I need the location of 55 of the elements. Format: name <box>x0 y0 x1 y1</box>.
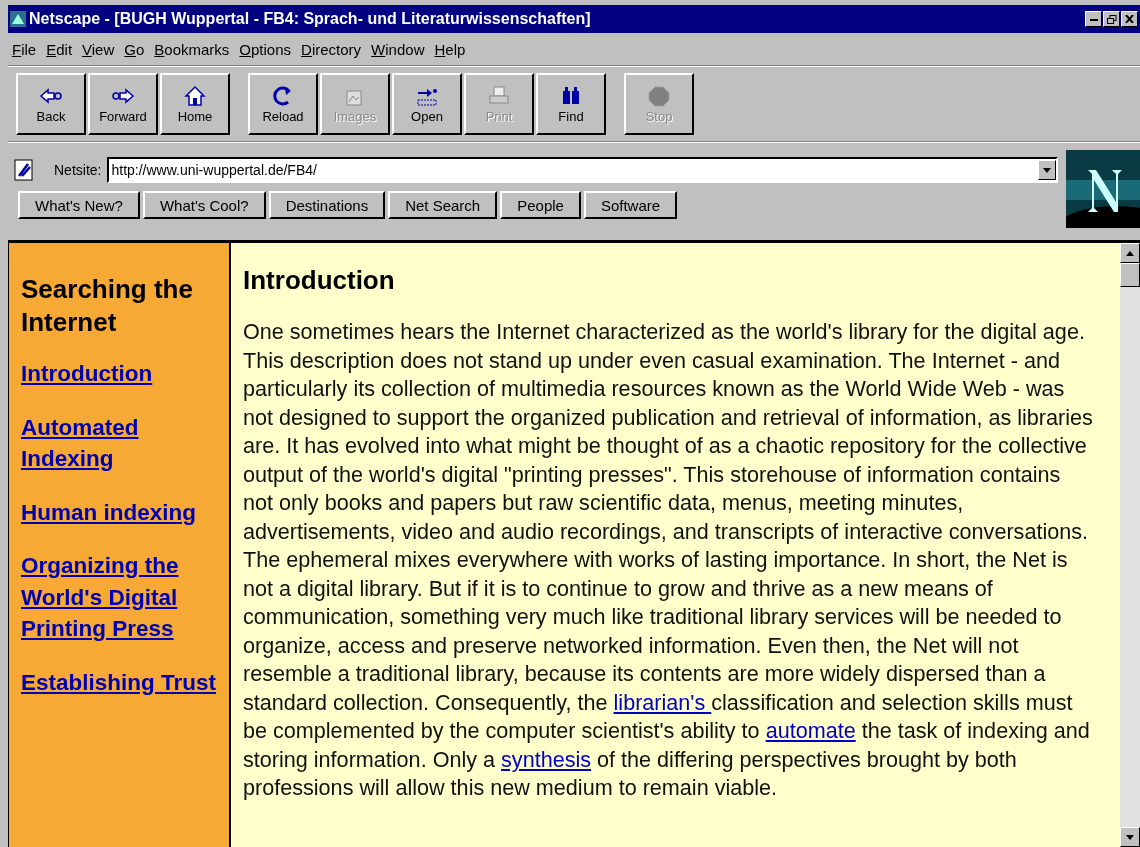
menu-item[interactable]: Go <box>122 40 153 58</box>
bookmark-link-icon[interactable] <box>14 159 34 181</box>
menu-item[interactable]: Options <box>237 40 300 58</box>
menu-item[interactable]: Bookmarks <box>152 40 238 58</box>
vertical-scrollbar[interactable] <box>1120 243 1140 847</box>
close-icon <box>1125 15 1134 23</box>
menu-item[interactable]: View <box>80 40 123 58</box>
directory-button[interactable]: Destinations <box>268 191 386 219</box>
close-button[interactable] <box>1121 11 1138 27</box>
url-input[interactable]: http://www.uni-wuppertal.de/FB4/ <box>109 162 1038 178</box>
toolbar-button[interactable]: Forward <box>88 73 158 135</box>
article-heading: Introduction <box>243 265 396 296</box>
printer-icon <box>487 84 511 107</box>
article-paragraph: One sometimes hears the Internet characterized as the world's library for the digital age. This description does not stand up under even casual examination. The Internet - and particularly its collection of multimedia resources known as the World Wide Web - was not designed to support the organized publication and retrieval of information, as libraries are. It has evolved into what might be thought of as a chaotic repository for the collective output of the world's digital "printing presses". This storehouse of information contains not only books and papers but raw scientific data, menus, meeting minutes, advertisements, video and audio recordings, and transcripts of interactive conversations. The ephemeral mixes everywhere with works of lasting importance. In short, the Net is not a digital library. But if it is to continue to grow and thrive as a new means of communication, something very much like traditional library services will be needed to organize, access and preserve networked information. Even then, the Net will not resemble a traditional library, because its contents are more widely dispersed than a standard collection. Consequently, the librarian's classification and selection skills must be complemented by the computer scientist's ability to automate the task of indexing and storing information. Only a synthesis of the differing perspectives brought by both professions will allow this new medium to remain viable. <box>243 318 1094 802</box>
menu-item[interactable]: Edit <box>44 40 81 58</box>
toolbar-button[interactable]: Reload <box>248 73 318 135</box>
directory-button[interactable]: What's Cool? <box>142 191 266 219</box>
directory-button[interactable]: People <box>500 191 581 219</box>
restore-icon <box>1106 14 1117 24</box>
toolbar-button[interactable]: Find <box>536 73 606 135</box>
up-arrow-icon <box>1126 250 1134 256</box>
directory-button[interactable]: What's New? <box>18 191 140 219</box>
location-label: Netsite: <box>54 162 102 178</box>
menu-item[interactable]: Directory <box>299 40 370 58</box>
sidebar-link[interactable]: Human indexing <box>21 496 196 528</box>
minimize-button[interactable] <box>1085 11 1102 27</box>
window-title: Netscape - [BUGH Wuppertal - FB4: Sprach- und Literaturwissenschaften] <box>29 10 592 28</box>
text-link[interactable]: synthesis <box>501 746 592 772</box>
sidebar-heading: Searching the Internet <box>21 273 194 338</box>
app-icon <box>10 11 26 27</box>
text-link[interactable]: automate <box>765 718 856 743</box>
menu-item[interactable]: File <box>10 40 45 58</box>
text-link[interactable]: librarian's <box>613 689 712 715</box>
toolbar-button[interactable]: Home <box>160 73 230 135</box>
toolbar-button[interactable]: Back <box>16 73 86 135</box>
directory-button[interactable]: Net Search <box>388 191 498 219</box>
restore-button[interactable] <box>1103 11 1120 27</box>
directory-button[interactable]: Software <box>583 191 678 219</box>
toolbar-button[interactable]: Open <box>392 73 462 135</box>
stop-icon <box>647 84 671 107</box>
dropdown-button[interactable] <box>1038 160 1056 180</box>
menu-item[interactable]: Help <box>432 40 474 58</box>
location-field[interactable]: http://www.uni-wuppertal.de/FB4/ <box>107 157 1058 183</box>
house-icon <box>183 84 207 107</box>
sidebar-link[interactable]: Automated Indexing <box>21 411 223 475</box>
scroll-thumb[interactable] <box>1120 263 1140 287</box>
menu-item[interactable]: Window <box>369 40 433 58</box>
scroll-up-button[interactable] <box>1120 243 1140 263</box>
sidebar-link[interactable]: Organizing the World's Digital Printing Press <box>21 550 223 645</box>
minimize-icon <box>1089 17 1098 21</box>
scroll-down-button[interactable] <box>1120 827 1140 847</box>
down-arrow-icon <box>1126 834 1134 840</box>
caret-icon <box>1043 167 1051 173</box>
sidebar-link[interactable]: Establishing Trust <box>21 666 217 698</box>
sidebar-link[interactable]: Introduction <box>21 358 153 390</box>
